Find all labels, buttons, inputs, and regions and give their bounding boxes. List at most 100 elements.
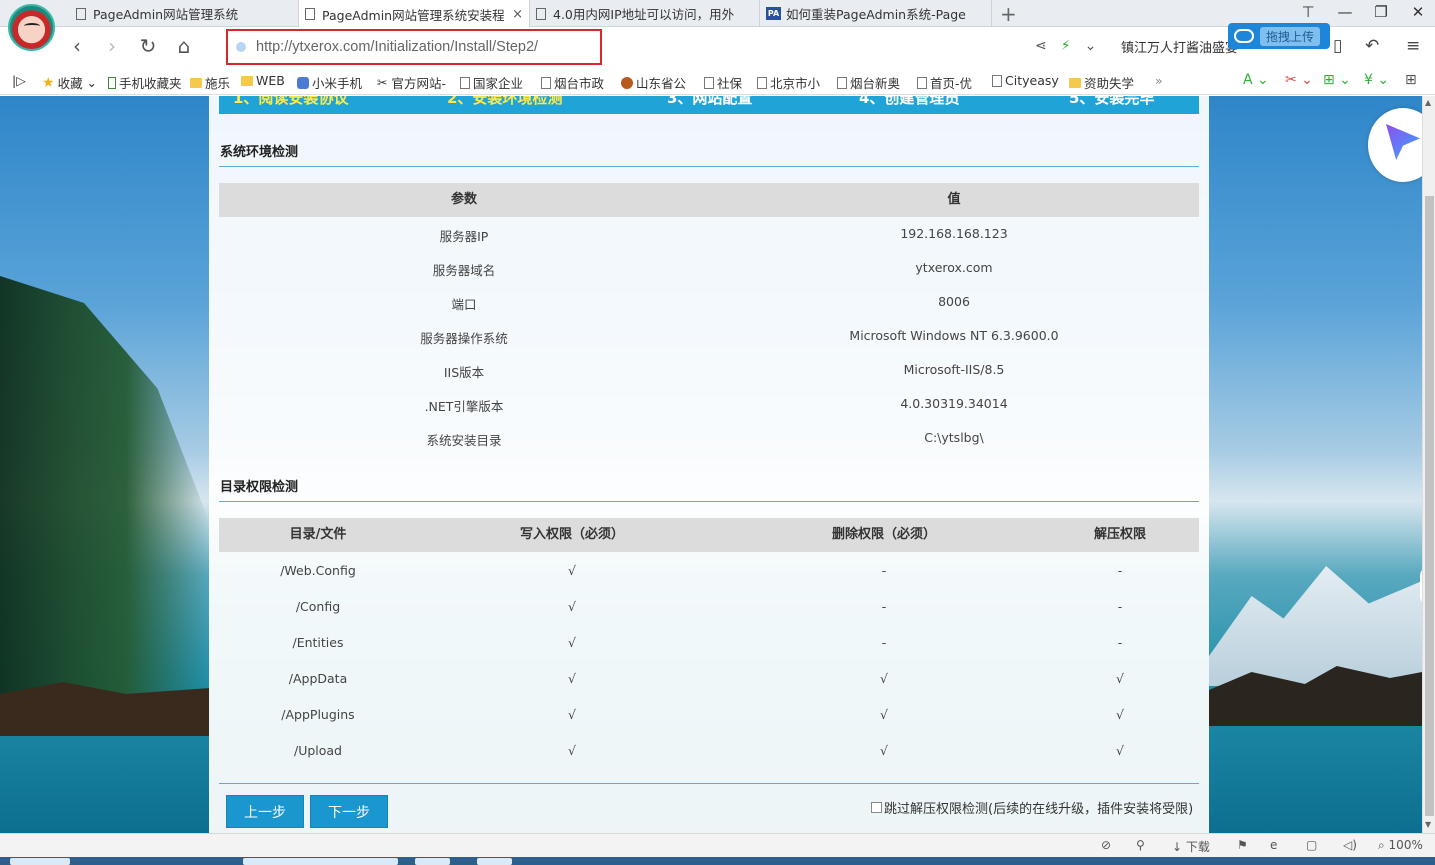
previous-step-button[interactable]: 上一步 [226, 795, 304, 828]
game-icon[interactable]: ⊞ ⌄ [1323, 72, 1351, 88]
bookmark-home[interactable]: 首页-优 [917, 73, 972, 92]
star-icon: ★ [42, 74, 55, 91]
new-tab-button[interactable]: + [1000, 2, 1017, 26]
pin-icon[interactable]: ⚲ [1136, 838, 1145, 852]
mi-icon [297, 76, 309, 89]
bookmark-icon[interactable]: ▯ [1333, 36, 1342, 56]
bookmark-favorites[interactable]: ★ 收藏 ⌄ [42, 73, 97, 92]
address-bar[interactable]: http://ytxerox.com/Initialization/Instal… [226, 29, 602, 65]
flag-icon[interactable]: ⚑ [1237, 838, 1248, 852]
home-icon[interactable]: ⌂ [173, 34, 195, 58]
translate-icon[interactable]: A ⌄ [1243, 72, 1269, 88]
page-icon [76, 7, 86, 20]
scissors-icon: ✂ [377, 75, 392, 90]
env-header-value: 值 [947, 192, 961, 207]
bookmark-web[interactable]: WEB [241, 73, 285, 88]
ie-icon[interactable]: e [1270, 838, 1277, 852]
sound-icon[interactable]: ◁) [1343, 838, 1357, 852]
perm-header-delete: 删除权限（必须） [831, 527, 936, 542]
lightning-icon[interactable]: ⚡ [1061, 38, 1071, 54]
bookmark-yantai-gov[interactable]: 烟台市政 [541, 73, 604, 92]
tab-pageadmin[interactable]: PageAdmin网站管理系统 [70, 0, 299, 27]
background-mountains [1209, 566, 1422, 686]
screenshot-icon[interactable]: ✂ ⌄ [1285, 72, 1313, 88]
env-param-cell: 端口 [451, 297, 477, 312]
skip-unzip-check[interactable]: 跳过解压权限检测(后续的在线升级，插件安装将受限) [871, 798, 1193, 817]
cloud-upload-button[interactable]: 拖拽上传 [1228, 23, 1330, 49]
env-value-cell: ytxerox.com [915, 260, 993, 275]
bookmark-xerox[interactable]: 施乐 [190, 73, 230, 92]
page-icon [536, 7, 546, 20]
bookmarks-more[interactable]: » [1155, 73, 1163, 88]
tab-install-active[interactable]: PageAdmin网站管理系统安装程 × [299, 0, 530, 28]
perm-dir-cell: /Upload [293, 743, 342, 758]
tab-reinstall[interactable]: PA 如何重装PageAdmin系统-Page [760, 0, 992, 27]
taskbar-start[interactable] [10, 858, 70, 865]
chevron-down-icon[interactable]: ⌄ [1085, 38, 1097, 54]
scroll-up-icon[interactable]: ▲ [1425, 98, 1431, 107]
scroll-down-icon[interactable]: ▼ [1425, 820, 1431, 829]
undo-icon[interactable]: ↶ [1365, 36, 1379, 56]
bookmark-enterprise[interactable]: 国家企业 [460, 73, 523, 92]
taskbar-app[interactable] [477, 858, 512, 865]
bookmark-shandong[interactable]: 山东省公 [621, 73, 686, 92]
restore-icon[interactable]: ❐ [1371, 3, 1391, 21]
divider [219, 501, 1199, 502]
env-param-cell: 服务器域名 [432, 263, 496, 278]
bookmark-xinao[interactable]: 烟台新奥 [837, 73, 900, 92]
apps-icon[interactable]: ⊞ [1405, 72, 1417, 88]
env-value-cell: 8006 [938, 294, 970, 309]
env-value-cell: Microsoft Windows NT 6.3.9600.0 [849, 328, 1059, 343]
bird-widget-icon[interactable] [1368, 108, 1422, 182]
perm-dir-cell: /Web.Config [280, 563, 356, 578]
page-icon [460, 76, 470, 89]
news-ticker[interactable]: 镇江万人打酱油盛宴 [1121, 37, 1238, 56]
taskbar-app[interactable] [415, 858, 450, 865]
step-2: 2、安装环境检测 [447, 96, 563, 107]
step-3: 3、网站配置 [667, 96, 753, 107]
scroll-thumb[interactable] [1425, 196, 1434, 816]
bookmark-official[interactable]: ✂ 官方网站- [377, 73, 446, 92]
cloud-upload-label: 拖拽上传 [1260, 26, 1321, 46]
speed-icon[interactable]: ⊘ [1101, 838, 1111, 852]
env-value-cell: 4.0.30319.34014 [900, 396, 1008, 411]
bookmark-mobile[interactable]: 手机收藏夹 [108, 73, 182, 92]
bookmark-social[interactable]: 社保 [704, 73, 742, 92]
tab-title: 4.0用内网IP地址可以访问，用外 [553, 7, 735, 22]
perm-delete-cell: - [881, 635, 887, 650]
taskbar-browser[interactable] [243, 858, 398, 865]
close-window-icon[interactable]: ✕ [1408, 3, 1428, 21]
bookmark-beijing[interactable]: 北京市小 [757, 73, 820, 92]
next-step-button[interactable]: 下一步 [310, 795, 388, 828]
sidebar-toggle-icon[interactable]: |▷ [12, 73, 26, 88]
refresh-icon[interactable]: ↻ [137, 34, 159, 58]
page-icon [704, 76, 714, 89]
bookmark-cityeasy[interactable]: Cityeasy [992, 73, 1059, 88]
shirt-icon[interactable]: ⊤ [1298, 3, 1318, 21]
forward-icon[interactable]: › [101, 34, 123, 58]
back-icon[interactable]: ‹ [66, 34, 88, 58]
tab-intranet-ip[interactable]: 4.0用内网IP地址可以访问，用外 [530, 0, 760, 27]
tab-title: PageAdmin网站管理系统 [93, 7, 239, 22]
bookmark-charity[interactable]: 资助失学 [1069, 73, 1134, 92]
user-avatar[interactable] [8, 4, 55, 51]
env-param-cell: IIS版本 [443, 365, 485, 380]
minimize-icon[interactable]: — [1335, 3, 1355, 21]
close-tab-icon[interactable]: × [512, 7, 523, 22]
page-content: 1、阅读安装协议 2、安装环境检测 3、网站配置 4、创建管理员 5、安装完毕 … [0, 96, 1422, 833]
menu-icon[interactable]: ≡ [1406, 36, 1420, 56]
perm-table-header: 目录/文件 写入权限（必须） 删除权限（必须） 解压权限 [219, 518, 1199, 552]
skip-checkbox[interactable] [871, 802, 882, 813]
yen-icon[interactable]: ¥ ⌄ [1364, 72, 1389, 88]
perm-dir-cell: /Config [295, 599, 341, 614]
perm-write-cell: √ [568, 635, 576, 650]
share-icon[interactable]: ⋖ [1035, 38, 1047, 54]
env-param-cell: 系统安装目录 [426, 433, 502, 448]
vertical-scrollbar[interactable]: ▲ ▼ [1422, 96, 1435, 833]
zoom-status[interactable]: ⌕ 100% [1378, 838, 1423, 853]
download-status[interactable]: ↓ 下载 [1172, 838, 1210, 855]
bookmark-xiaomi[interactable]: 小米手机 [297, 73, 362, 92]
env-param-cell: .NET引擎版本 [424, 399, 504, 414]
env-header-param: 参数 [450, 192, 477, 207]
window-icon[interactable]: ▢ [1306, 838, 1317, 852]
